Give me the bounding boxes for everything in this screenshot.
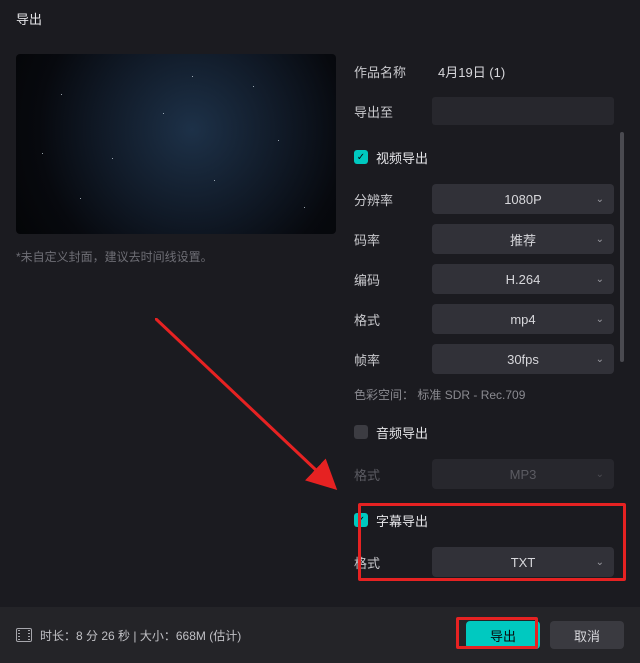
input-project-name[interactable]: 4月19日 (1) <box>432 62 614 81</box>
row-codec: 编码 H.264 ⌄ <box>354 262 614 296</box>
select-codec-value: H.264 <box>506 272 541 287</box>
chevron-down-icon: ⌄ <box>596 469 604 480</box>
label-fps: 帧率 <box>354 350 432 369</box>
video-section-title: 视频导出 <box>376 148 428 167</box>
colorspace-text: 色彩空间： 标准 SDR - Rec.709 <box>354 386 614 403</box>
chevron-down-icon: ⌄ <box>596 314 604 325</box>
label-codec: 编码 <box>354 270 432 289</box>
row-project-name: 作品名称 4月19日 (1) <box>354 54 614 88</box>
footer-sep: | <box>130 629 140 643</box>
colorspace-label: 色彩空间： <box>354 388 414 402</box>
input-export-path[interactable] <box>432 97 614 125</box>
checkbox-on-icon: ✓ <box>354 150 368 164</box>
audio-section-title: 音频导出 <box>376 423 428 442</box>
row-export-path: 导出至 <box>354 94 614 128</box>
select-codec[interactable]: H.264 ⌄ <box>432 264 614 294</box>
scrollbar[interactable] <box>620 132 624 362</box>
export-dialog: 导出 *未自定义封面，建议去时间线设置。 作品名称 4月19 <box>0 0 640 663</box>
checkbox-on-icon: ✓ <box>354 513 368 527</box>
row-subtitle-format: 格式 TXT ⌄ <box>354 545 614 579</box>
section-video: ✓ 视频导出 分辨率 1080P ⌄ 码率 推荐 <box>354 146 614 403</box>
titlebar: 导出 <box>0 0 640 36</box>
footer: 时长：8 分 26 秒 | 大小：668M (估计) 导出 取消 <box>0 607 640 663</box>
chevron-down-icon: ⌄ <box>596 234 604 245</box>
preview-thumbnail[interactable] <box>16 54 336 234</box>
label-project-name: 作品名称 <box>354 62 432 81</box>
select-audio-format-value: MP3 <box>510 467 537 482</box>
colorspace-value: 标准 SDR - Rec.709 <box>417 388 525 402</box>
label-subtitle-format: 格式 <box>354 553 432 572</box>
right-pane: 作品名称 4月19日 (1) 导出至 ✓ 视频导出 分辨率 1080P <box>336 54 624 596</box>
left-pane: *未自定义封面，建议去时间线设置。 <box>16 54 336 596</box>
select-subtitle-format[interactable]: TXT ⌄ <box>432 547 614 577</box>
checkbox-off-icon <box>354 425 368 439</box>
subtitle-section-title: 字幕导出 <box>376 511 428 530</box>
select-resolution-value: 1080P <box>504 192 542 207</box>
audio-export-toggle[interactable]: 音频导出 <box>354 421 614 443</box>
label-audio-format: 格式 <box>354 465 432 484</box>
select-bitrate[interactable]: 推荐 ⌄ <box>432 224 614 254</box>
row-resolution: 分辨率 1080P ⌄ <box>354 182 614 216</box>
select-video-format[interactable]: mp4 ⌄ <box>432 304 614 334</box>
settings-scroll: 作品名称 4月19日 (1) 导出至 ✓ 视频导出 分辨率 1080P <box>354 54 624 592</box>
label-bitrate: 码率 <box>354 230 432 249</box>
video-export-toggle[interactable]: ✓ 视频导出 <box>354 146 614 168</box>
select-fps-value: 30fps <box>507 352 539 367</box>
size-value: 668M <box>176 629 206 643</box>
row-fps: 帧率 30fps ⌄ <box>354 342 614 376</box>
export-button[interactable]: 导出 <box>466 621 540 649</box>
cancel-button[interactable]: 取消 <box>550 621 624 649</box>
subtitle-export-toggle[interactable]: ✓ 字幕导出 <box>354 509 614 531</box>
label-resolution: 分辨率 <box>354 190 432 209</box>
chevron-down-icon: ⌄ <box>596 194 604 205</box>
dialog-body: *未自定义封面，建议去时间线设置。 作品名称 4月19日 (1) 导出至 ✓ 视… <box>0 36 640 596</box>
section-subtitle: ✓ 字幕导出 格式 TXT ⌄ <box>354 509 614 579</box>
film-icon <box>16 628 32 642</box>
footer-info: 时长：8 分 26 秒 | 大小：668M (估计) <box>40 627 456 644</box>
select-subtitle-format-value: TXT <box>511 555 536 570</box>
select-fps[interactable]: 30fps ⌄ <box>432 344 614 374</box>
size-label: 大小： <box>140 629 176 643</box>
preview-hint: *未自定义封面，建议去时间线设置。 <box>16 248 336 265</box>
chevron-down-icon: ⌄ <box>596 274 604 285</box>
select-audio-format: MP3 ⌄ <box>432 459 614 489</box>
select-resolution[interactable]: 1080P ⌄ <box>432 184 614 214</box>
chevron-down-icon: ⌄ <box>596 557 604 568</box>
select-video-format-value: mp4 <box>510 312 535 327</box>
chevron-down-icon: ⌄ <box>596 354 604 365</box>
dialog-title: 导出 <box>16 9 42 28</box>
row-bitrate: 码率 推荐 ⌄ <box>354 222 614 256</box>
row-audio-format: 格式 MP3 ⌄ <box>354 457 614 491</box>
row-video-format: 格式 mp4 ⌄ <box>354 302 614 336</box>
label-export-path: 导出至 <box>354 102 432 121</box>
select-bitrate-value: 推荐 <box>510 230 536 249</box>
duration-label: 时长： <box>40 629 76 643</box>
size-suffix: (估计) <box>206 629 241 643</box>
label-video-format: 格式 <box>354 310 432 329</box>
duration-value: 8 分 26 秒 <box>76 629 130 643</box>
section-audio: 音频导出 格式 MP3 ⌄ <box>354 421 614 491</box>
